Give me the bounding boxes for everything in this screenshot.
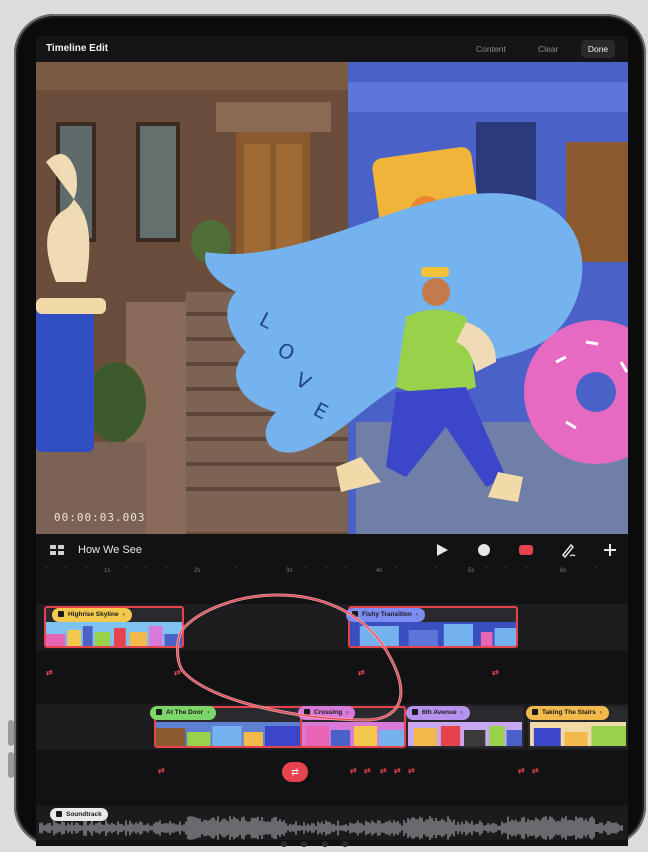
checkbox-icon — [412, 709, 418, 715]
ruler-label: 3s — [286, 568, 293, 574]
volume-down-button — [8, 752, 14, 778]
chevron-right-icon: › — [599, 709, 602, 716]
transition-marker[interactable]: ⇄ — [394, 766, 401, 775]
video-preview[interactable]: L O V E 00:00:03.003 — [36, 62, 628, 534]
checkbox-icon — [156, 709, 162, 715]
clip-thumbnail — [302, 722, 404, 746]
transition-marker[interactable]: ⇄ — [492, 668, 499, 677]
clip-label-text: Crossing — [314, 709, 343, 716]
clip-label[interactable]: Highrise Skyline › — [52, 608, 132, 622]
clip-thumbnail — [408, 722, 522, 746]
checkbox-icon — [58, 611, 64, 617]
soundtrack-label-text: Soundtrack — [66, 811, 102, 818]
pen-icon[interactable] — [560, 542, 576, 558]
chevron-right-icon: › — [207, 709, 210, 716]
volume-up-button — [8, 720, 14, 746]
project-name: How We See — [78, 544, 142, 556]
color-swatch-icon[interactable] — [518, 542, 534, 558]
transition-marker[interactable]: ⇄ — [518, 766, 525, 775]
ruler-label: 6s — [560, 568, 567, 574]
clip-label-text: 6th Avenue — [422, 709, 457, 716]
clip-thumbnail — [46, 622, 182, 646]
clip-label-text: Highrise Skyline — [68, 611, 119, 618]
transition-marker[interactable]: ⇄ — [46, 668, 53, 677]
page-dot — [281, 841, 287, 847]
transition-marker[interactable]: ⇄ — [174, 668, 181, 677]
pagination-dots — [276, 834, 353, 852]
app-screen: Timeline Edit Content Clear Done L O V E… — [36, 36, 628, 846]
clip-label-text: At The Door — [166, 709, 204, 716]
checkbox-icon — [352, 611, 358, 617]
clip-label[interactable]: Crossing › — [298, 706, 356, 720]
chevron-right-icon: › — [415, 611, 419, 618]
clip-label-text: Taking The Stairs — [542, 709, 596, 716]
transition-marker[interactable]: ⇄ — [350, 766, 357, 775]
clip-label[interactable]: Fishy Transition › — [346, 608, 426, 622]
plus-icon[interactable] — [602, 542, 618, 558]
record-dot-icon[interactable] — [476, 542, 492, 558]
timeline-tracks: Highrise Skyline › Fishy Transition › ⇄ ⇄ … — [36, 580, 628, 846]
playback-timecode: 00:00:03.003 — [54, 511, 146, 524]
done-button[interactable]: Done — [581, 40, 615, 58]
page-dot — [321, 841, 328, 847]
transition-marker[interactable]: ⇄ — [408, 766, 415, 775]
clear-button[interactable]: Clear — [530, 40, 566, 58]
ruler-label: 1s — [104, 568, 111, 574]
ruler-label: 2s — [194, 568, 201, 574]
chevron-right-icon: › — [346, 709, 349, 716]
checkbox-icon — [304, 709, 310, 715]
ruler-label: 4s — [376, 568, 383, 574]
transition-button[interactable]: ⇄ — [282, 762, 308, 782]
transition-marker[interactable]: ⇄ — [158, 766, 165, 775]
transition-marker[interactable]: ⇄ — [532, 766, 539, 775]
video-frame-illustration: L O V E — [36, 62, 628, 534]
chevron-right-icon: › — [122, 611, 125, 618]
page-dot — [342, 841, 349, 847]
top-bar: Timeline Edit Content Clear Done — [36, 36, 628, 62]
clip-thumbnail — [530, 722, 626, 746]
soundtrack-label[interactable]: Soundtrack — [50, 808, 108, 821]
grid-icon[interactable] — [50, 545, 64, 555]
transition-marker[interactable]: ⇄ — [364, 766, 371, 775]
checkbox-icon — [532, 709, 538, 715]
chevron-right-icon: › — [460, 709, 463, 716]
play-icon[interactable] — [434, 542, 450, 558]
clip-label[interactable]: At The Door › — [150, 706, 217, 720]
checkbox-icon — [56, 811, 62, 817]
transition-marker[interactable]: ⇄ — [358, 668, 365, 677]
page-dot — [301, 841, 308, 847]
clip-thumbnail — [350, 622, 516, 646]
ruler-ticks — [45, 566, 617, 569]
content-button[interactable]: Content — [468, 40, 514, 58]
clip-label-text: Fishy Transition — [362, 611, 412, 618]
clip-label[interactable]: 6th Avenue › — [406, 706, 470, 720]
transition-marker[interactable]: ⇄ — [380, 766, 387, 775]
timeline-toolbar: How We See — [36, 534, 628, 566]
time-ruler[interactable]: 1s 2s 3s 4s 5s 6s — [36, 566, 628, 580]
clip-thumbnail — [156, 722, 302, 746]
page-title: Timeline Edit — [46, 43, 109, 54]
clip-label[interactable]: Taking The Stairs › — [526, 706, 609, 720]
ruler-label: 5s — [468, 568, 475, 574]
